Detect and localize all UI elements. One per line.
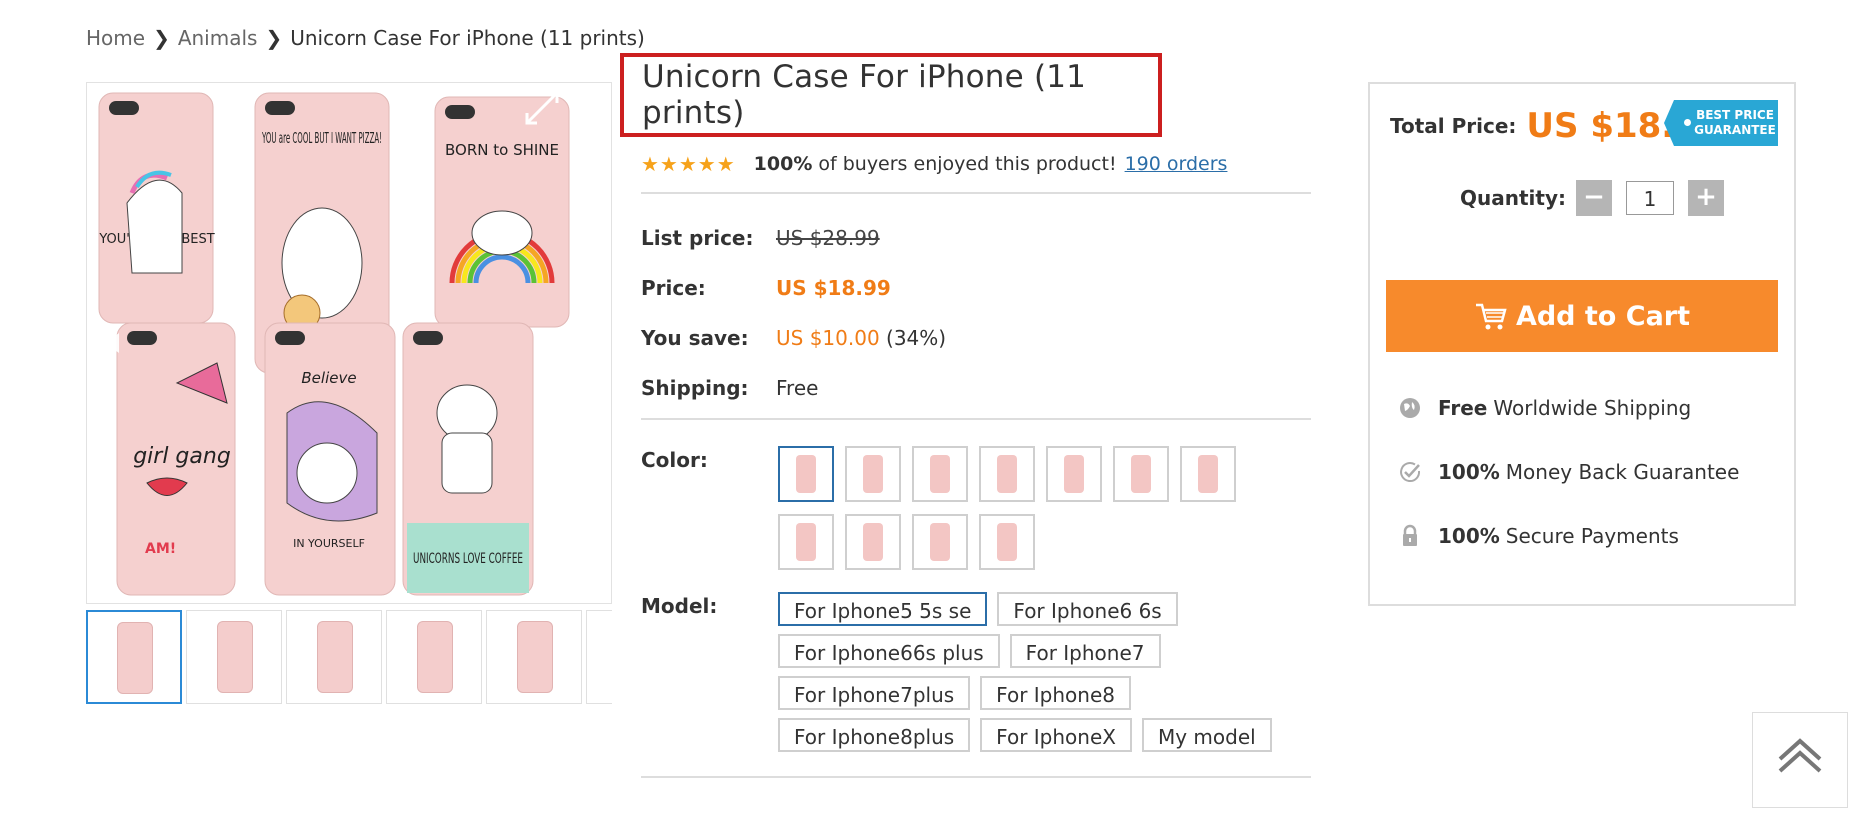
- breadcrumb-current: Unicorn Case For iPhone (11 prints): [290, 26, 645, 50]
- case-text: BORN to SHINE: [445, 141, 559, 159]
- model-options: For Iphone5 5s se For Iphone6 6s For Iphon…: [778, 592, 1298, 752]
- star-rating-icon: ★★★★★: [641, 152, 736, 176]
- model-option-button[interactable]: For Iphone6 6s: [997, 592, 1178, 626]
- shipping-label: Shipping:: [641, 376, 749, 400]
- model-option-button[interactable]: For Iphone7plus: [778, 676, 971, 710]
- color-swatch[interactable]: [912, 446, 968, 502]
- thumbnail[interactable]: [586, 610, 612, 704]
- phone-case-3: BORN to SHINE: [434, 96, 570, 328]
- add-to-cart-label: Add to Cart: [1515, 300, 1691, 332]
- chevron-right-icon: ❯: [153, 26, 170, 50]
- breadcrumb-category[interactable]: Animals: [178, 26, 258, 50]
- chevron-right-icon: ❯: [265, 26, 283, 50]
- quantity-plus-button[interactable]: +: [1688, 180, 1724, 216]
- thumbnail[interactable]: [186, 610, 282, 704]
- model-option-button[interactable]: For Iphone5 5s se: [778, 592, 988, 626]
- rating-percent: 100%: [753, 153, 813, 175]
- badge-line-2: GUARANTEE: [1694, 123, 1776, 137]
- cart-icon: [1475, 303, 1507, 330]
- divider: [641, 418, 1311, 420]
- globe-icon: [1400, 398, 1420, 418]
- best-price-badge: BEST PRICE GUARANTEE: [1664, 100, 1778, 146]
- case-text: AM!: [145, 541, 176, 557]
- thumbnail[interactable]: [86, 610, 182, 704]
- color-swatch[interactable]: [845, 446, 901, 502]
- save-percent: (34%): [886, 326, 947, 350]
- thumbnail[interactable]: [386, 610, 482, 704]
- orders-link[interactable]: 190 orders: [1125, 153, 1228, 175]
- case-text: Believe: [301, 369, 356, 387]
- thumbnail-strip: [86, 610, 612, 706]
- quantity-row: Quantity: − 1 +: [1460, 180, 1724, 216]
- product-title-highlight: Unicorn Case For iPhone (11 prints): [620, 53, 1162, 137]
- shipping-value: Free: [776, 376, 819, 400]
- model-option-button[interactable]: My model: [1141, 718, 1272, 752]
- feature-text: Secure Payments: [1505, 524, 1679, 548]
- add-to-cart-button[interactable]: Add to Cart: [1386, 280, 1778, 352]
- list-price-label: List price:: [641, 226, 754, 250]
- phone-case-4: girl gang AM!: [116, 322, 236, 596]
- model-option-button[interactable]: For Iphone66s plus: [778, 634, 1000, 668]
- quantity-minus-button[interactable]: −: [1576, 180, 1612, 216]
- feature-bold: 100%: [1438, 460, 1500, 484]
- feature-bold: 100%: [1438, 524, 1500, 548]
- thumbnail[interactable]: [286, 610, 382, 704]
- divider: [641, 776, 1311, 778]
- quantity-label: Quantity:: [1460, 186, 1566, 210]
- color-swatch[interactable]: [912, 514, 968, 570]
- model-option-button[interactable]: For Iphone7: [1009, 634, 1161, 668]
- phone-case-6: UNICORNS LOVE COFFEE: [402, 322, 534, 596]
- check-circle-icon: [1400, 462, 1421, 483]
- color-swatch[interactable]: [979, 446, 1035, 502]
- feature-money-back: 100% Money Back Guarantee: [1398, 460, 1739, 484]
- total-price-label: Total Price:: [1390, 114, 1517, 138]
- price-value: US $18.99: [776, 276, 891, 300]
- rating-row: ★★★★★ 100% of buyers enjoyed this produc…: [641, 152, 1227, 176]
- feature-bold: Free: [1438, 396, 1488, 420]
- case-text: YOU are COOL BUT I WANT PIZZA!: [262, 129, 382, 147]
- feature-text: Worldwide Shipping: [1493, 396, 1692, 420]
- phone-case-1: YOU'RE THE BEST: [98, 92, 215, 324]
- model-option-button[interactable]: For Iphone8plus: [778, 718, 971, 752]
- color-swatch[interactable]: [778, 514, 834, 570]
- price-label: Price:: [641, 276, 706, 300]
- color-swatch[interactable]: [1180, 446, 1236, 502]
- color-swatch[interactable]: [979, 514, 1035, 570]
- model-label: Model:: [641, 594, 718, 618]
- color-swatch[interactable]: [1113, 446, 1169, 502]
- quantity-input[interactable]: 1: [1626, 181, 1674, 215]
- lock-icon: [1403, 524, 1417, 546]
- color-options: [778, 446, 1268, 570]
- rating-text: of buyers enjoyed this product!: [818, 153, 1117, 175]
- you-save-value: US $10.00 (34%): [776, 326, 946, 350]
- divider: [641, 192, 1311, 194]
- breadcrumb-home[interactable]: Home: [86, 26, 145, 50]
- purchase-panel: Total Price: US $18.99 BEST PRICE GUARAN…: [1368, 82, 1796, 606]
- product-title: Unicorn Case For iPhone (11 prints): [642, 59, 1087, 131]
- save-amount: US $10.00: [776, 326, 880, 350]
- color-swatch[interactable]: [845, 514, 901, 570]
- feature-text: Money Back Guarantee: [1505, 460, 1740, 484]
- product-main-image[interactable]: YOU'RE THE BEST YOU are COOL BUT I WANT …: [86, 82, 612, 604]
- feature-secure: 100% Secure Payments: [1398, 524, 1679, 548]
- chevron-up-icon: [1778, 738, 1822, 773]
- color-label: Color:: [641, 448, 708, 472]
- breadcrumb: Home ❯ Animals ❯ Unicorn Case For iPhone…: [86, 26, 645, 50]
- model-option-button[interactable]: For IphoneX: [980, 718, 1132, 752]
- case-text: girl gang: [133, 444, 231, 469]
- prev-arrow-icon[interactable]: [105, 333, 119, 353]
- back-to-top-button[interactable]: [1752, 712, 1848, 808]
- phone-case-5: Believe IN YOURSELF: [264, 322, 396, 596]
- badge-line-1: BEST PRICE: [1696, 108, 1774, 122]
- list-price-value: US $28.99: [776, 226, 880, 250]
- color-swatch[interactable]: [1046, 446, 1102, 502]
- you-save-label: You save:: [641, 326, 749, 350]
- color-swatch[interactable]: [778, 446, 834, 502]
- next-arrow-icon[interactable]: [579, 333, 593, 353]
- model-option-button[interactable]: For Iphone8: [980, 676, 1131, 710]
- case-text: UNICORNS LOVE COFFEE: [413, 551, 523, 567]
- case-text: IN YOURSELF: [293, 537, 365, 550]
- thumbnail[interactable]: [486, 610, 582, 704]
- feature-shipping: Free Worldwide Shipping: [1398, 396, 1691, 420]
